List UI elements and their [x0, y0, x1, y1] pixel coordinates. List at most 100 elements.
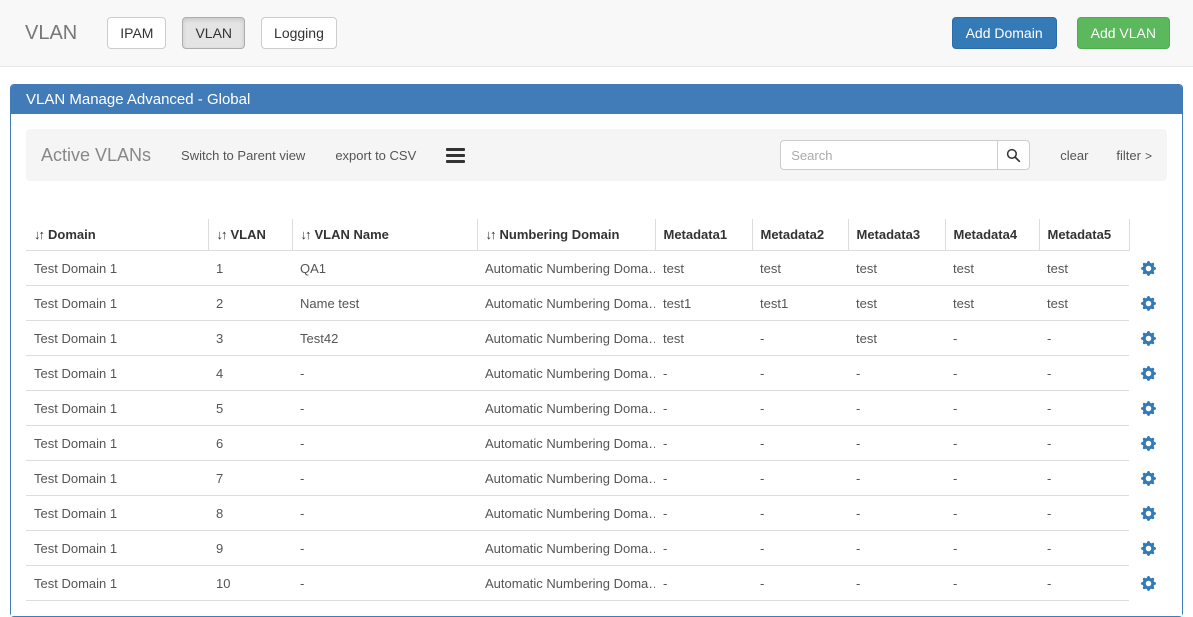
metadata3-cell: -: [848, 391, 945, 426]
gear-icon[interactable]: [1141, 401, 1156, 416]
numbering-domain-cell: Automatic Numbering Doma…: [477, 496, 655, 531]
numbering-domain-cell: Automatic Numbering Doma…: [477, 251, 655, 286]
column-label: VLAN Name: [315, 227, 389, 242]
metadata5-cell: -: [1039, 391, 1129, 426]
row-actions-cell: [1129, 566, 1167, 601]
gear-icon[interactable]: [1141, 541, 1156, 556]
domain-cell: Test Domain 1: [26, 426, 208, 461]
vlan-name-cell: -: [292, 531, 477, 566]
metadata3-cell: test: [848, 286, 945, 321]
gear-icon[interactable]: [1141, 436, 1156, 451]
sort-icon: ↓↑: [301, 227, 310, 242]
column-header-vlan-name[interactable]: ↓↑ VLAN Name: [292, 219, 477, 251]
row-actions-cell: [1129, 426, 1167, 461]
column-header-metadata1: Metadata1: [655, 219, 752, 251]
menu-bar: [446, 160, 465, 163]
metadata1-cell: -: [655, 566, 752, 601]
gear-icon[interactable]: [1141, 576, 1156, 591]
vlan-cell: 9: [208, 531, 292, 566]
gear-icon[interactable]: [1141, 296, 1156, 311]
row-actions-cell: [1129, 251, 1167, 286]
panel-body: Active VLANs Switch to Parent view expor…: [11, 114, 1182, 616]
row-actions-cell: [1129, 286, 1167, 321]
menu-bar: [446, 148, 465, 151]
vlan-cell: 8: [208, 496, 292, 531]
metadata2-cell: -: [752, 566, 848, 601]
tab-ipam[interactable]: IPAM: [107, 17, 166, 49]
tab-logging[interactable]: Logging: [261, 17, 337, 49]
metadata1-cell: -: [655, 356, 752, 391]
chevron-right-icon: >: [1145, 149, 1152, 163]
vlan-name-cell: -: [292, 566, 477, 601]
sort-icon: ↓↑: [217, 227, 226, 242]
gear-icon[interactable]: [1141, 471, 1156, 486]
metadata2-cell: -: [752, 321, 848, 356]
table-row: Test Domain 17-Automatic Numbering Doma……: [26, 461, 1167, 496]
search-icon: [1006, 148, 1021, 163]
metadata1-cell: test: [655, 251, 752, 286]
vlan-table: ↓↑Domain↓↑VLAN↓↑VLAN Name↓↑Numbering Dom…: [26, 219, 1167, 601]
metadata2-cell: -: [752, 356, 848, 391]
metadata1-cell: -: [655, 531, 752, 566]
table-row: Test Domain 13Test42Automatic Numbering …: [26, 321, 1167, 356]
search-button[interactable]: [997, 140, 1030, 170]
domain-cell: Test Domain 1: [26, 461, 208, 496]
menu-icon[interactable]: [446, 148, 465, 163]
metadata1-cell: test1: [655, 286, 752, 321]
gear-icon[interactable]: [1141, 261, 1156, 276]
table-row: Test Domain 16-Automatic Numbering Doma……: [26, 426, 1167, 461]
gear-icon[interactable]: [1141, 331, 1156, 346]
metadata3-cell: -: [848, 426, 945, 461]
gear-icon[interactable]: [1141, 506, 1156, 521]
vlan-name-cell: QA1: [292, 251, 477, 286]
metadata4-cell: -: [945, 321, 1039, 356]
top-navbar: VLAN IPAM VLAN Logging Add Domain Add VL…: [0, 0, 1193, 67]
metadata3-cell: -: [848, 461, 945, 496]
filter-link[interactable]: filter>: [1116, 148, 1152, 163]
domain-cell: Test Domain 1: [26, 286, 208, 321]
toolbar-title: Active VLANs: [41, 145, 151, 166]
menu-bar: [446, 154, 465, 157]
tab-vlan[interactable]: VLAN: [182, 17, 245, 49]
metadata2-cell: -: [752, 531, 848, 566]
metadata5-cell: -: [1039, 496, 1129, 531]
table-row: Test Domain 15-Automatic Numbering Doma……: [26, 391, 1167, 426]
table-row: Test Domain 110-Automatic Numbering Doma…: [26, 566, 1167, 601]
metadata1-cell: -: [655, 496, 752, 531]
metadata5-cell: -: [1039, 461, 1129, 496]
vlan-cell: 6: [208, 426, 292, 461]
vlan-name-cell: -: [292, 496, 477, 531]
table-row: Test Domain 12Name testAutomatic Numberi…: [26, 286, 1167, 321]
column-label: Metadata4: [954, 227, 1018, 242]
numbering-domain-cell: Automatic Numbering Doma…: [477, 321, 655, 356]
column-header-numbering-domain[interactable]: ↓↑Numbering Domain: [477, 219, 655, 251]
sort-icon: ↓↑: [486, 227, 495, 242]
vlan-cell: 7: [208, 461, 292, 496]
sort-icon: ↓↑: [34, 227, 43, 242]
gear-icon[interactable]: [1141, 366, 1156, 381]
metadata3-cell: -: [848, 496, 945, 531]
clear-filter-link[interactable]: clear: [1060, 148, 1088, 163]
column-header-vlan[interactable]: ↓↑VLAN: [208, 219, 292, 251]
column-header-actions: [1129, 219, 1167, 251]
column-label: Metadata5: [1048, 227, 1112, 242]
column-header-metadata2: Metadata2: [752, 219, 848, 251]
vlan-name-cell: -: [292, 426, 477, 461]
add-vlan-button[interactable]: Add VLAN: [1077, 17, 1170, 49]
export-csv-link[interactable]: export to CSV: [335, 148, 416, 163]
add-domain-button[interactable]: Add Domain: [952, 17, 1057, 49]
vlan-name-cell: -: [292, 461, 477, 496]
metadata5-cell: -: [1039, 426, 1129, 461]
vlan-cell: 1: [208, 251, 292, 286]
metadata5-cell: -: [1039, 566, 1129, 601]
panel-header: VLAN Manage Advanced - Global: [11, 85, 1182, 114]
metadata5-cell: -: [1039, 321, 1129, 356]
switch-parent-view-link[interactable]: Switch to Parent view: [181, 148, 305, 163]
search-group: [780, 140, 1030, 170]
metadata5-cell: test: [1039, 251, 1129, 286]
vlan-cell: 2: [208, 286, 292, 321]
metadata4-cell: -: [945, 566, 1039, 601]
search-input[interactable]: [780, 140, 997, 170]
column-header-domain[interactable]: ↓↑Domain: [26, 219, 208, 251]
table-row: Test Domain 11QA1Automatic Numbering Dom…: [26, 251, 1167, 286]
